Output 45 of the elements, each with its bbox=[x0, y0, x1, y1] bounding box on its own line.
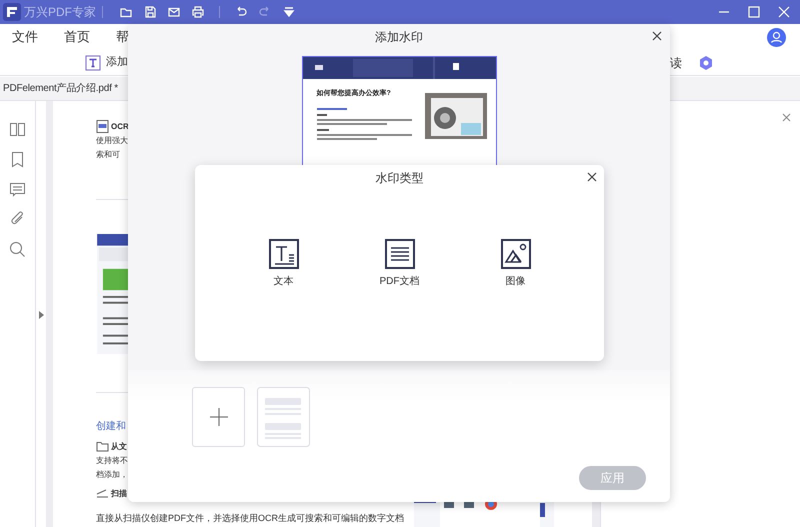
app-title: 万兴PDF专家 bbox=[24, 4, 96, 21]
pages-icon[interactable] bbox=[9, 121, 26, 138]
folder-icon bbox=[96, 440, 109, 453]
document-icon bbox=[96, 120, 109, 133]
dropdown-icon[interactable] bbox=[282, 5, 296, 19]
user-avatar-icon[interactable] bbox=[767, 28, 786, 46]
menu-item[interactable]: 帮 bbox=[116, 27, 129, 47]
mail-icon[interactable] bbox=[167, 5, 181, 19]
hexagon-icon[interactable] bbox=[698, 54, 714, 70]
subheading: OCR bbox=[111, 120, 129, 132]
option-label[interactable]: 文本 bbox=[274, 274, 294, 289]
document-tab[interactable]: PDFelement产品介绍.pdf * bbox=[3, 81, 118, 96]
bookmark-icon[interactable] bbox=[9, 151, 26, 168]
maximize-icon[interactable] bbox=[748, 6, 760, 18]
body-text: 索和可 bbox=[96, 149, 121, 161]
body-text: 使用强大 bbox=[96, 135, 129, 147]
print-icon[interactable] bbox=[191, 5, 205, 19]
scanner-icon bbox=[96, 487, 109, 500]
section-heading: 创建和 bbox=[96, 420, 127, 434]
plus-icon bbox=[210, 408, 228, 426]
search-icon[interactable] bbox=[9, 241, 26, 258]
comment-icon[interactable] bbox=[9, 181, 26, 198]
save-icon[interactable] bbox=[143, 5, 157, 19]
body-text: 支持将不 bbox=[96, 455, 129, 467]
option-label[interactable]: 图像 bbox=[506, 274, 526, 289]
menu-item[interactable]: 文件 bbox=[12, 27, 38, 47]
toolbar-label[interactable]: 读 bbox=[670, 54, 682, 72]
document-type-icon[interactable] bbox=[384, 239, 414, 269]
toolbar-label[interactable]: 添加 bbox=[106, 54, 128, 71]
subheading: 扫描 bbox=[111, 488, 127, 500]
expand-arrow-icon[interactable] bbox=[39, 311, 44, 319]
text-type-icon[interactable] bbox=[268, 239, 298, 269]
option-label[interactable]: PDF文档 bbox=[380, 274, 420, 289]
dialog-title: 添加水印 bbox=[375, 29, 423, 46]
text-tool-icon[interactable] bbox=[85, 54, 101, 70]
template-thumbnail[interactable] bbox=[257, 387, 310, 447]
image-type-icon[interactable] bbox=[500, 239, 530, 269]
body-text: 直接从扫描仪创建PDF文件，并选择使用OCR生成可搜索和可编辑的数字文档 bbox=[96, 512, 404, 524]
app-logo-icon bbox=[3, 3, 21, 21]
close-icon[interactable] bbox=[652, 31, 662, 41]
close-icon[interactable] bbox=[587, 172, 597, 182]
menu-item[interactable]: 首页 bbox=[64, 27, 90, 47]
subheading: 从文 bbox=[111, 440, 127, 452]
body-text: 档添加， bbox=[96, 469, 129, 481]
dialog-title: 水印类型 bbox=[376, 170, 424, 187]
